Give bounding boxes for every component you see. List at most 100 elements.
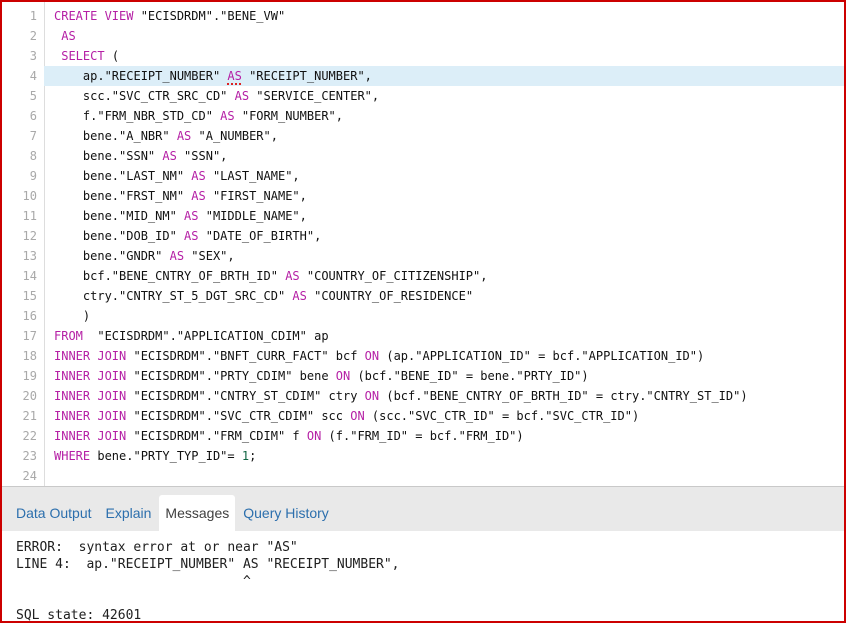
code-token: ; — [249, 449, 256, 463]
output-panel: Data OutputExplainMessagesQuery History … — [2, 487, 844, 621]
code-line[interactable]: 14 bcf."BENE_CNTRY_OF_BRTH_ID" AS "COUNT… — [2, 266, 844, 286]
code-token: ON — [365, 349, 379, 363]
code-text[interactable]: bene."DOB_ID" AS "DATE_OF_BIRTH", — [44, 226, 844, 246]
code-token: bene."PRTY_TYP_ID"= — [90, 449, 242, 463]
code-text[interactable]: bcf."BENE_CNTRY_OF_BRTH_ID" AS "COUNTRY_… — [44, 266, 844, 286]
code-text[interactable]: bene."MID_NM" AS "MIDDLE_NAME", — [44, 206, 844, 226]
line-number: 16 — [2, 306, 44, 326]
code-token: AS — [184, 209, 198, 223]
code-token: "ECISDRDM"."CNTRY_ST_CDIM" ctry — [126, 389, 364, 403]
code-token: INNER JOIN — [54, 349, 126, 363]
code-line[interactable]: 1CREATE VIEW "ECISDRDM"."BENE_VW" — [2, 6, 844, 26]
code-token: (bcf."BENE_CNTRY_OF_BRTH_ID" = ctry."CNT… — [379, 389, 747, 403]
code-token: CREATE VIEW — [54, 9, 133, 23]
code-text[interactable]: INNER JOIN "ECISDRDM"."SVC_CTR_CDIM" scc… — [44, 406, 844, 426]
code-line[interactable]: 23WHERE bene."PRTY_TYP_ID"= 1; — [2, 446, 844, 466]
code-token: AS — [170, 249, 184, 263]
code-line[interactable]: 13 bene."GNDR" AS "SEX", — [2, 246, 844, 266]
line-number: 11 — [2, 206, 44, 226]
code-token: "ECISDRDM"."PRTY_CDIM" bene — [126, 369, 336, 383]
line-number: 14 — [2, 266, 44, 286]
code-token: "DATE_OF_BIRTH", — [199, 229, 322, 243]
code-token: AS — [191, 189, 205, 203]
line-number: 22 — [2, 426, 44, 446]
line-number: 13 — [2, 246, 44, 266]
code-line[interactable]: 24 — [2, 466, 844, 486]
tab-query-history[interactable]: Query History — [237, 495, 335, 531]
messages-output: ERROR: syntax error at or near "AS" LINE… — [2, 531, 844, 621]
code-token: ap."RECEIPT_NUMBER" — [54, 69, 227, 83]
line-number: 17 — [2, 326, 44, 346]
code-token: "ECISDRDM"."FRM_CDIM" f — [126, 429, 307, 443]
code-text-active-line[interactable]: ap."RECEIPT_NUMBER" AS "RECEIPT_NUMBER", — [44, 66, 844, 86]
code-token: "MIDDLE_NAME", — [199, 209, 307, 223]
code-text[interactable]: bene."FRST_NM" AS "FIRST_NAME", — [44, 186, 844, 206]
code-text[interactable]: bene."A_NBR" AS "A_NUMBER", — [44, 126, 844, 146]
tab-messages[interactable]: Messages — [159, 495, 235, 531]
code-token: FROM — [54, 329, 83, 343]
code-text[interactable]: ) — [44, 306, 844, 326]
code-line[interactable]: 4 ap."RECEIPT_NUMBER" AS "RECEIPT_NUMBER… — [2, 66, 844, 86]
code-token: INNER JOIN — [54, 429, 126, 443]
code-line[interactable]: 12 bene."DOB_ID" AS "DATE_OF_BIRTH", — [2, 226, 844, 246]
code-text[interactable]: AS — [44, 26, 844, 46]
tab-data-output[interactable]: Data Output — [10, 495, 98, 531]
code-token: INNER JOIN — [54, 389, 126, 403]
panel-tabbar: Data OutputExplainMessagesQuery History — [2, 487, 844, 531]
code-line[interactable]: 9 bene."LAST_NM" AS "LAST_NAME", — [2, 166, 844, 186]
code-line[interactable]: 6 f."FRM_NBR_STD_CD" AS "FORM_NUMBER", — [2, 106, 844, 126]
code-token: ON — [336, 369, 350, 383]
code-token: (scc."SVC_CTR_ID" = bcf."SVC_CTR_ID") — [365, 409, 640, 423]
code-line[interactable]: 2 AS — [2, 26, 844, 46]
code-text[interactable]: INNER JOIN "ECISDRDM"."BNFT_CURR_FACT" b… — [44, 346, 844, 366]
code-token: scc."SVC_CTR_SRC_CD" — [54, 89, 235, 103]
code-line[interactable]: 15 ctry."CNTRY_ST_5_DGT_SRC_CD" AS "COUN… — [2, 286, 844, 306]
code-token: ) — [54, 309, 90, 323]
code-line[interactable]: 20INNER JOIN "ECISDRDM"."CNTRY_ST_CDIM" … — [2, 386, 844, 406]
tab-explain[interactable]: Explain — [100, 495, 158, 531]
code-text[interactable]: bene."LAST_NM" AS "LAST_NAME", — [44, 166, 844, 186]
code-line[interactable]: 5 scc."SVC_CTR_SRC_CD" AS "SERVICE_CENTE… — [2, 86, 844, 106]
code-token: bene."LAST_NM" — [54, 169, 191, 183]
code-line[interactable]: 3 SELECT ( — [2, 46, 844, 66]
code-token: ( — [105, 49, 119, 63]
code-token: bene."DOB_ID" — [54, 229, 184, 243]
code-text[interactable]: scc."SVC_CTR_SRC_CD" AS "SERVICE_CENTER"… — [44, 86, 844, 106]
code-token: "RECEIPT_NUMBER", — [242, 69, 372, 83]
code-text[interactable]: INNER JOIN "ECISDRDM"."CNTRY_ST_CDIM" ct… — [44, 386, 844, 406]
code-line[interactable]: 7 bene."A_NBR" AS "A_NUMBER", — [2, 126, 844, 146]
line-number: 23 — [2, 446, 44, 466]
code-line[interactable]: 10 bene."FRST_NM" AS "FIRST_NAME", — [2, 186, 844, 206]
code-text[interactable]: bene."GNDR" AS "SEX", — [44, 246, 844, 266]
code-text[interactable]: bene."SSN" AS "SSN", — [44, 146, 844, 166]
code-text[interactable]: WHERE bene."PRTY_TYP_ID"= 1; — [44, 446, 844, 466]
code-text[interactable]: SELECT ( — [44, 46, 844, 66]
code-token: "COUNTRY_OF_RESIDENCE" — [307, 289, 473, 303]
code-token: ctry."CNTRY_ST_5_DGT_SRC_CD" — [54, 289, 292, 303]
code-token: INNER JOIN — [54, 409, 126, 423]
code-line[interactable]: 18INNER JOIN "ECISDRDM"."BNFT_CURR_FACT"… — [2, 346, 844, 366]
code-token: ON — [307, 429, 321, 443]
code-text[interactable]: FROM "ECISDRDM"."APPLICATION_CDIM" ap — [44, 326, 844, 346]
code-token: "A_NUMBER", — [191, 129, 278, 143]
code-line[interactable]: 17FROM "ECISDRDM"."APPLICATION_CDIM" ap — [2, 326, 844, 346]
code-line[interactable]: 22INNER JOIN "ECISDRDM"."FRM_CDIM" f ON … — [2, 426, 844, 446]
code-line[interactable]: 11 bene."MID_NM" AS "MIDDLE_NAME", — [2, 206, 844, 226]
code-line[interactable]: 16 ) — [2, 306, 844, 326]
line-number: 4 — [2, 66, 44, 86]
code-text[interactable]: CREATE VIEW "ECISDRDM"."BENE_VW" — [44, 6, 844, 26]
code-text[interactable] — [44, 466, 844, 486]
code-token: "SEX", — [184, 249, 235, 263]
code-text[interactable]: ctry."CNTRY_ST_5_DGT_SRC_CD" AS "COUNTRY… — [44, 286, 844, 306]
code-token: (bcf."BENE_ID" = bene."PRTY_ID") — [350, 369, 588, 383]
code-token: AS — [162, 149, 176, 163]
code-text[interactable]: INNER JOIN "ECISDRDM"."PRTY_CDIM" bene O… — [44, 366, 844, 386]
sql-editor[interactable]: 1CREATE VIEW "ECISDRDM"."BENE_VW"2 AS3 S… — [2, 2, 844, 486]
code-line[interactable]: 21INNER JOIN "ECISDRDM"."SVC_CTR_CDIM" s… — [2, 406, 844, 426]
code-line[interactable]: 19INNER JOIN "ECISDRDM"."PRTY_CDIM" bene… — [2, 366, 844, 386]
code-text[interactable]: INNER JOIN "ECISDRDM"."FRM_CDIM" f ON (f… — [44, 426, 844, 446]
code-line[interactable]: 8 bene."SSN" AS "SSN", — [2, 146, 844, 166]
code-token: AS — [191, 169, 205, 183]
code-text[interactable]: f."FRM_NBR_STD_CD" AS "FORM_NUMBER", — [44, 106, 844, 126]
line-number: 2 — [2, 26, 44, 46]
